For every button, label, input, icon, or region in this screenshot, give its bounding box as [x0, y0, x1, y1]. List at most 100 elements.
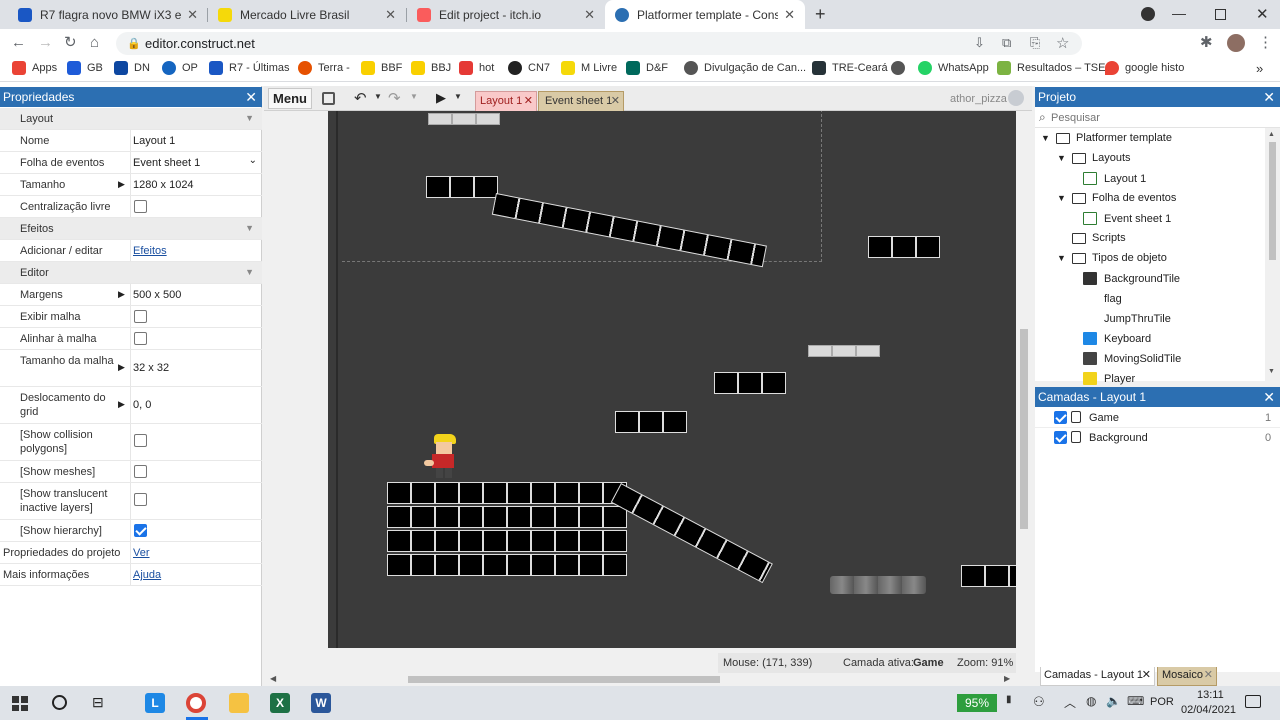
layout-stage[interactable]	[328, 111, 1016, 648]
solid-tile[interactable]	[531, 506, 555, 528]
vertical-scrollbar[interactable]: ▼	[1016, 111, 1032, 661]
speaker-icon[interactable]: 🔈	[1106, 694, 1121, 708]
solid-tile[interactable]	[985, 565, 1009, 587]
solid-tile[interactable]	[483, 482, 507, 504]
bookmark-google-histo[interactable]: google histo	[1105, 61, 1184, 75]
layout-canvas[interactable]: ▼	[264, 111, 1032, 661]
scrollbar-thumb[interactable]	[408, 676, 720, 683]
solid-tile[interactable]	[663, 411, 687, 433]
file-explorer-icon[interactable]	[229, 693, 249, 713]
maximize-icon[interactable]	[1215, 9, 1226, 20]
jumpthru-tile[interactable]	[856, 345, 880, 357]
layer-visible-checkbox[interactable]	[1054, 431, 1067, 444]
solid-tile[interactable]	[411, 554, 435, 576]
play-dropdown-icon[interactable]: ▼	[454, 92, 462, 101]
word-icon[interactable]: W	[311, 693, 331, 713]
scrollbar-thumb[interactable]	[1020, 329, 1028, 529]
scroll-down-icon[interactable]: ▼	[1019, 659, 1027, 661]
chrome-icon[interactable]	[186, 693, 206, 713]
scroll-right-icon[interactable]: ▶	[1004, 674, 1010, 683]
tree-item[interactable]: Player	[1083, 372, 1135, 385]
solid-tile[interactable]	[483, 530, 507, 552]
close-tab-icon[interactable]: ✕	[385, 7, 396, 23]
scrollbar-thumb[interactable]	[1269, 142, 1276, 260]
tab-tilemap[interactable]: Mosaico ✕	[1157, 667, 1217, 686]
solid-tile[interactable]	[892, 236, 916, 258]
tree-expander-icon[interactable]: ▼	[1041, 133, 1051, 143]
network-icon[interactable]: ◍	[1086, 694, 1096, 708]
bookmark-divulgacao[interactable]: Divulgação de Can...	[684, 61, 806, 75]
property-row[interactable]: Editor ▼	[0, 262, 262, 284]
solid-tile[interactable]	[868, 236, 892, 258]
tree-item[interactable]: BackgroundTile	[1083, 272, 1180, 285]
redo-dropdown-icon[interactable]: ▼	[410, 92, 418, 101]
bookmark-bbj[interactable]: BBJ	[411, 61, 451, 75]
solid-tile[interactable]	[459, 482, 483, 504]
tab-search-icon[interactable]	[1141, 7, 1155, 21]
close-tab-icon[interactable]: ✕	[187, 7, 198, 23]
close-tab-icon[interactable]: ✕	[524, 92, 533, 110]
tree-item[interactable]: flag	[1083, 292, 1122, 305]
scroll-left-icon[interactable]: ◀	[270, 674, 276, 683]
property-row[interactable]: Folha de eventos Event sheet 1 ⌄	[0, 152, 262, 174]
lock-icon[interactable]	[1071, 411, 1081, 423]
battery-badge[interactable]: 95%	[957, 694, 997, 712]
tree-item[interactable]: ▼ Folha de eventos	[1057, 192, 1176, 204]
redo-icon[interactable]: ↷	[388, 89, 401, 107]
expand-arrow-icon[interactable]: ▶	[118, 399, 125, 410]
layer-row-game[interactable]: Game 1	[1035, 408, 1280, 428]
back-icon[interactable]: ←	[11, 34, 26, 52]
keyboard-icon[interactable]: ⌨	[1127, 694, 1144, 708]
solid-tile[interactable]	[555, 482, 579, 504]
tab-event-sheet-1[interactable]: Event sheet 1 ✕	[538, 91, 624, 111]
tab-layers[interactable]: Camadas - Layout 1 ✕	[1040, 667, 1155, 686]
close-panel-icon[interactable]: ✕	[1263, 87, 1275, 107]
solid-tile[interactable]	[961, 565, 985, 587]
property-checkbox[interactable]	[134, 434, 147, 447]
bookmark-tse[interactable]: Resultados – TSE	[997, 61, 1105, 75]
tree-item[interactable]: ▼ Layouts	[1057, 152, 1131, 164]
horizontal-scrollbar[interactable]: ◀ ▶	[264, 673, 1032, 686]
property-checkbox[interactable]	[134, 310, 147, 323]
close-tab-icon[interactable]: ✕	[1204, 667, 1213, 684]
close-panel-icon[interactable]: ✕	[245, 87, 257, 107]
clock-time[interactable]: 13:11	[1197, 689, 1224, 701]
browser-tab-itch[interactable]: Edit project - itch.io ✕	[407, 0, 605, 29]
jumpthru-tile[interactable]	[452, 113, 476, 125]
bookmark-gb[interactable]: GB	[67, 61, 103, 75]
menu-button[interactable]: Menu	[268, 88, 312, 109]
save-icon[interactable]	[322, 92, 335, 105]
forward-icon[interactable]: →	[38, 34, 53, 52]
tree-item[interactable]: MovingSolidTile	[1083, 352, 1181, 365]
tree-item[interactable]: Scripts	[1057, 232, 1126, 244]
jumpthru-tile[interactable]	[808, 345, 832, 357]
solid-tile[interactable]	[435, 554, 459, 576]
jumpthru-tile[interactable]	[428, 113, 452, 125]
solid-tile[interactable]	[474, 176, 498, 198]
solid-tile[interactable]	[1009, 565, 1016, 587]
solid-tile[interactable]	[555, 506, 579, 528]
solid-tile[interactable]	[579, 506, 603, 528]
solid-tile[interactable]	[579, 530, 603, 552]
solid-tile[interactable]	[450, 176, 474, 198]
solid-tile[interactable]	[531, 554, 555, 576]
scroll-up-icon[interactable]: ▲	[1268, 131, 1275, 138]
close-tab-icon[interactable]: ✕	[611, 92, 620, 110]
project-search[interactable]: ⌕	[1035, 108, 1280, 128]
solid-tile[interactable]	[483, 554, 507, 576]
tab-layout-1[interactable]: Layout 1 ✕	[475, 91, 537, 111]
home-icon[interactable]: ⌂	[90, 34, 99, 52]
profile-avatar[interactable]	[1227, 34, 1245, 52]
property-value[interactable]: Efeitos	[133, 244, 167, 258]
tree-item[interactable]: JumpThruTile	[1083, 312, 1171, 325]
browser-tab-mercado-livre[interactable]: Mercado Livre Brasil ✕	[208, 0, 406, 29]
close-panel-icon[interactable]: ✕	[1263, 387, 1275, 407]
property-checkbox[interactable]	[134, 493, 147, 506]
bookmark-star-icon[interactable]: ☆	[1056, 34, 1069, 52]
property-checkbox[interactable]	[134, 332, 147, 345]
tree-item[interactable]: Event sheet 1	[1083, 212, 1171, 225]
property-row[interactable]: Efeitos ▼	[0, 218, 262, 240]
bookmark-bbf[interactable]: BBF	[361, 61, 402, 75]
solid-tile[interactable]	[426, 176, 450, 198]
solid-tile[interactable]	[603, 554, 627, 576]
